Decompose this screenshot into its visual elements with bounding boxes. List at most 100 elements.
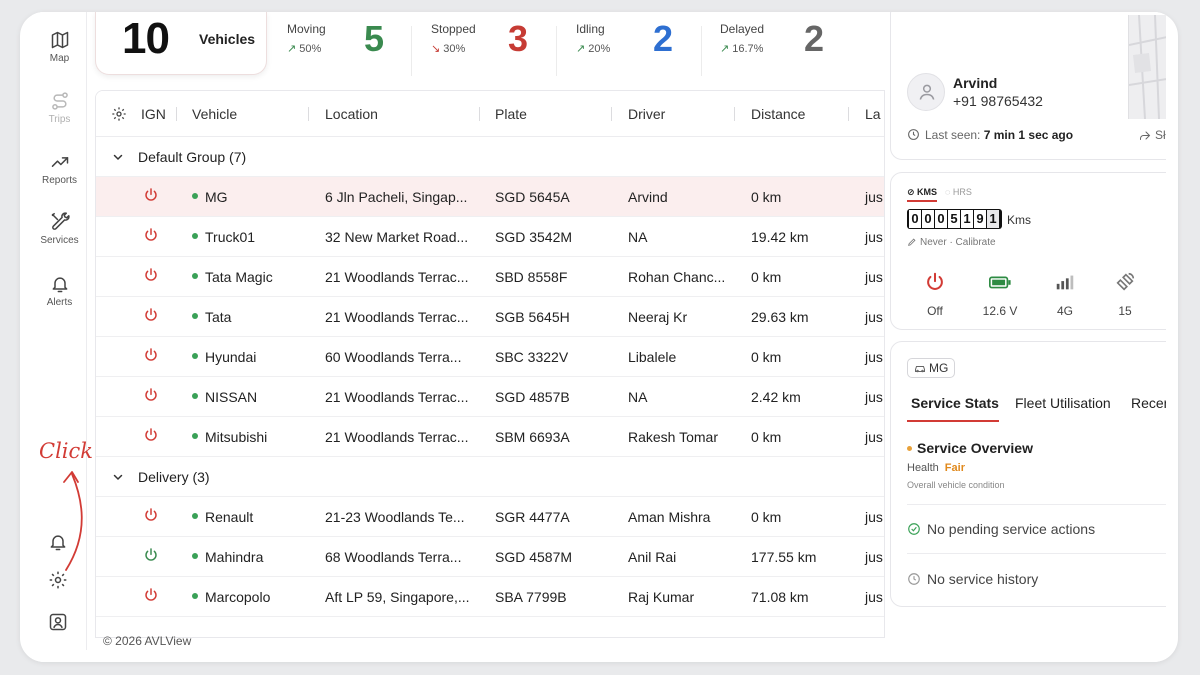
clock-icon (908, 573, 920, 586)
tab-kms-label: KMS (917, 187, 938, 197)
table-row[interactable]: Tata 21 Woodlands Terrac... SGB 5645H Ne… (96, 297, 884, 337)
stat-value: 2 (653, 18, 674, 59)
column-header-ign[interactable]: IGN (141, 106, 166, 122)
tab-hrs[interactable]: ◌ HRS (945, 187, 972, 197)
service-history-item: No service history (907, 571, 1038, 587)
vehicle-cell: Truck01 (192, 229, 255, 245)
route-icon (51, 92, 68, 110)
table-row[interactable]: Mitsubishi 21 Woodlands Terrac... SBM 66… (96, 417, 884, 457)
sidebar-item-alerts[interactable]: Alerts (32, 274, 87, 308)
stat-pct: 30% (443, 43, 466, 55)
battery-icon (989, 276, 1011, 289)
vehicle-name: Mahindra (205, 549, 264, 565)
tab-service-stats[interactable]: Service Stats (911, 395, 999, 411)
table-row[interactable]: Marcopolo Aft LP 59, Singapore,... SBA 7… (96, 577, 884, 617)
share-label: Sł (1155, 128, 1166, 142)
status-dot (192, 193, 198, 200)
tab-kms[interactable]: ⊘ KMS (907, 187, 938, 202)
driver-phone[interactable]: +91 98765432 (953, 93, 1043, 109)
metric-network: 4G (1037, 271, 1093, 318)
distance-cell: 19.42 km (751, 229, 809, 245)
vehicle-cell: MG (192, 189, 228, 205)
chevron-down-icon[interactable] (112, 471, 124, 483)
footer-copyright: © 2026 AVLView (103, 634, 192, 648)
table-row[interactable]: Mahindra 68 Woodlands Terra... SGD 4587M… (96, 537, 884, 577)
share-button[interactable]: Sł (1139, 128, 1166, 142)
column-header-driver[interactable]: Driver (628, 106, 665, 122)
calibrate-link[interactable]: Never · Calibrate (907, 237, 996, 248)
stat-pct-wrap: ↗ 50% (287, 42, 321, 55)
location-cell: 21 Woodlands Terrac... (325, 429, 469, 445)
distance-cell: 0 km (751, 429, 782, 445)
sidebar-item-trips[interactable]: Trips (32, 91, 87, 125)
location-cell: 6 Jln Pacheli, Singap... (325, 189, 468, 205)
service-overview-title: Service Overview (917, 440, 1033, 456)
power-icon (145, 228, 157, 241)
vehicle-tag-label: MG (929, 361, 949, 375)
user-icon[interactable] (48, 612, 68, 632)
power-icon (145, 508, 157, 521)
sidebar-item-reports[interactable]: Reports (32, 152, 87, 186)
vehicle-name: Tata Magic (205, 269, 273, 285)
status-dot (192, 553, 198, 560)
location-cell: 21 Woodlands Terrac... (325, 389, 469, 405)
table-row[interactable]: Renault 21-23 Woodlands Te... SGR 4477A … (96, 497, 884, 537)
column-separator (308, 107, 309, 121)
user-icon (919, 84, 935, 100)
pending-service-item: No pending service actions (907, 521, 1095, 537)
table-row[interactable]: NISSAN 21 Woodlands Terrac... SGD 4857B … (96, 377, 884, 417)
column-header-vehicle[interactable]: Vehicle (192, 106, 237, 122)
distance-cell: 0 km (751, 269, 782, 285)
column-separator (848, 107, 849, 121)
health-label: Health (907, 462, 939, 474)
driver-cell: Neeraj Kr (628, 309, 688, 325)
distance-cell: 29.63 km (751, 309, 809, 325)
plate-cell: SGD 5645A (495, 189, 570, 205)
plate-cell: SBC 3322V (495, 349, 569, 365)
stat-delayed[interactable]: Delayed ↗ 16.7% 2 (720, 12, 850, 80)
group-row-delivery[interactable]: Delivery (3) (96, 457, 884, 497)
distance-cell: 2.42 km (751, 389, 801, 405)
table-row[interactable]: Hyundai 60 Woodlands Terra... SBC 3322V … (96, 337, 884, 377)
sidebar-item-map[interactable]: Map (32, 30, 87, 64)
vehicle-name: Mitsubishi (205, 429, 268, 445)
power-icon (145, 188, 157, 201)
vehicle-cell: Mahindra (192, 549, 263, 565)
sidebar-item-services[interactable]: Services (32, 212, 87, 246)
column-header-location[interactable]: Location (325, 106, 378, 122)
stat-moving[interactable]: Moving ↗ 50% 5 (287, 12, 397, 80)
gear-icon[interactable] (111, 106, 127, 122)
status-dot (192, 433, 198, 440)
total-vehicles-card[interactable]: 10 Vehicles (95, 12, 267, 75)
sidebar-item-label: Trips (48, 114, 71, 125)
group-row-default[interactable]: Default Group (7) (96, 137, 884, 177)
sidebar-item-label: Services (40, 235, 79, 246)
tab-recent[interactable]: Recen (1131, 395, 1166, 411)
stat-pct-wrap: ↗ 16.7% (720, 42, 763, 55)
table-row[interactable]: Truck01 32 New Market Road... SGD 3542M … (96, 217, 884, 257)
stat-stopped[interactable]: Stopped ↘ 30% 3 (431, 12, 541, 80)
tab-fleet-utilisation[interactable]: Fleet Utilisation (1015, 395, 1111, 411)
active-tab-indicator (907, 420, 999, 422)
map-thumbnail[interactable] (1128, 15, 1166, 119)
metric-ignition: Off (907, 271, 963, 318)
stat-idling[interactable]: Idling ↗ 20% 2 (576, 12, 686, 80)
column-header-last[interactable]: La (865, 106, 881, 122)
driver-cell: Libalele (628, 349, 677, 365)
chevron-down-icon[interactable] (112, 151, 124, 163)
column-header-distance[interactable]: Distance (751, 106, 805, 122)
odometer-display: 0005191 (907, 209, 1002, 229)
power-icon (145, 308, 157, 321)
stat-divider (556, 26, 557, 76)
status-dot (192, 513, 198, 520)
column-header-plate[interactable]: Plate (495, 106, 527, 122)
driver-cell: Rohan Chanc... (628, 269, 726, 285)
odometer-digit: 1 (987, 210, 999, 228)
vehicle-table: IGN Vehicle Location Plate Driver Distan… (95, 90, 885, 638)
distance-cell: 177.55 km (751, 549, 817, 565)
table-row[interactable]: Tata Magic 21 Woodlands Terrac... SBD 85… (96, 257, 884, 297)
vehicle-name: Tata (205, 309, 232, 325)
sidebar-item-label: Map (49, 53, 70, 64)
stat-value: 5 (364, 18, 385, 59)
table-row[interactable]: MG 6 Jln Pacheli, Singap... SGD 5645A Ar… (96, 177, 884, 217)
